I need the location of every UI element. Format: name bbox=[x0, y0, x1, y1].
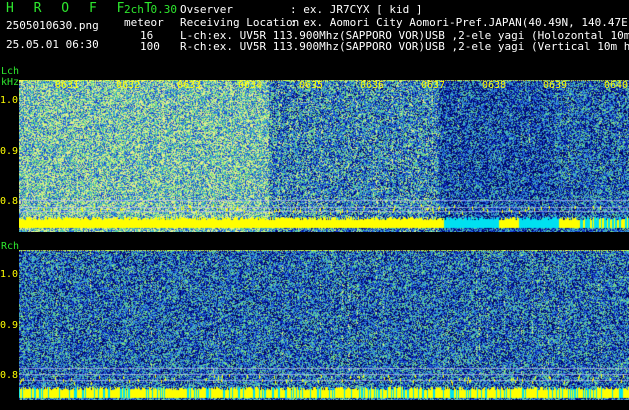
rch-ytick-1-0: 1.0 bbox=[0, 269, 19, 280]
location-label: Receiving Location bbox=[180, 16, 300, 29]
lch-time-tick: 0632 bbox=[116, 80, 141, 91]
rch-spectrogram bbox=[19, 250, 629, 400]
observer-label: Ovserver bbox=[180, 3, 233, 16]
rch-waterfall-canvas bbox=[19, 250, 629, 400]
meteor-count-rch: 100 bbox=[140, 40, 160, 53]
mode-label: 2ch 0.30 bbox=[124, 3, 177, 16]
lch-waterfall-canvas bbox=[19, 80, 629, 232]
lch-time-tick: 0637 bbox=[421, 80, 446, 91]
datetime: 25.05.01 06:30 bbox=[6, 38, 99, 51]
lch-time-tick: 0636 bbox=[360, 80, 385, 91]
rch-ytick-0-9: 0.9 bbox=[0, 320, 19, 331]
meteor-label: meteor bbox=[124, 16, 164, 29]
rch-ytick-0-8: 0.8 bbox=[0, 370, 19, 381]
rch-receiver-info: R-ch:ex. UV5R 113.900Mhz(SAPPORO VOR)USB… bbox=[180, 40, 629, 53]
lch-time-tick: 0638 bbox=[482, 80, 507, 91]
lch-time-tick: 0640 bbox=[604, 80, 629, 91]
lch-ytick-0-8: 0.8 bbox=[0, 196, 19, 207]
lch-time-tick: 0631 bbox=[55, 80, 80, 91]
lch-time-tick: 0639 bbox=[543, 80, 568, 91]
lch-ytick-0-9: 0.9 bbox=[0, 146, 19, 157]
lch-time-tick: 0634 bbox=[238, 80, 263, 91]
rch-label: Rch bbox=[1, 241, 20, 252]
lch-spectrogram: 0631 0632 0633 0634 0635 0636 0637 0638 0639 0640 bbox=[19, 80, 629, 232]
lch-unit: kHz bbox=[1, 77, 20, 88]
location-value: : ex. Aomori City Aomori-Pref.JAPAN(40.4… bbox=[290, 16, 629, 29]
observer-value: : ex. JR7CYX [ kid ] bbox=[290, 3, 423, 16]
lch-ytick-1-0: 1.0 bbox=[0, 95, 19, 106]
lch-time-tick: 0633 bbox=[177, 80, 202, 91]
filename: 2505010630.png bbox=[6, 19, 99, 32]
lch-time-tick: 0635 bbox=[299, 80, 324, 91]
